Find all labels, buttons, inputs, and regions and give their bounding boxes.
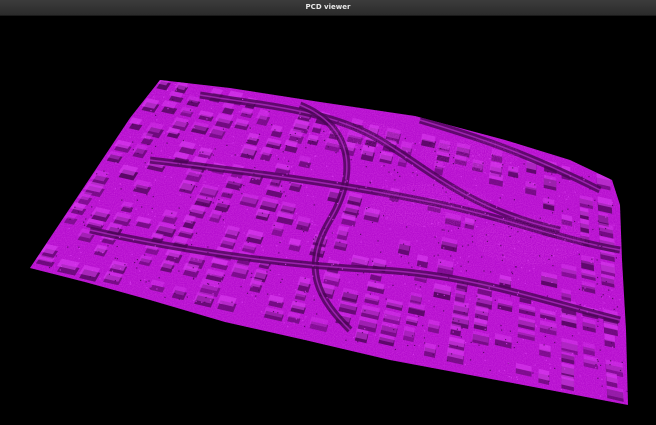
point-cloud-canvas[interactable] bbox=[0, 16, 656, 425]
point-cloud-viewport[interactable] bbox=[0, 16, 656, 425]
point-cloud bbox=[30, 80, 628, 405]
window-title: PCD viewer bbox=[305, 3, 351, 11]
title-bar[interactable]: PCD viewer bbox=[0, 0, 656, 16]
pcd-viewer-window: PCD viewer bbox=[0, 0, 656, 425]
